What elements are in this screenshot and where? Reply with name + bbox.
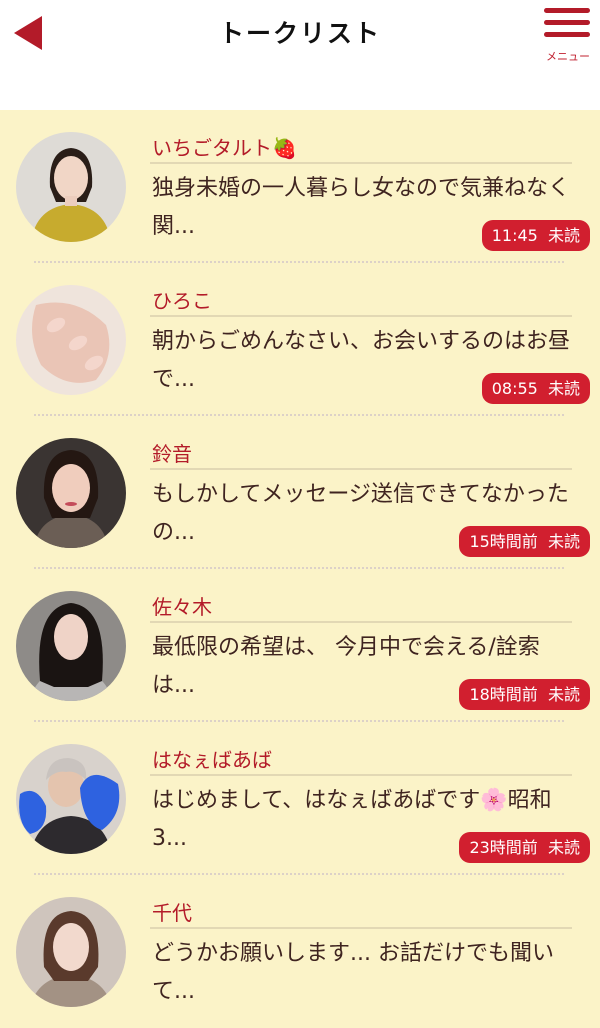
unread-label: 未読 bbox=[547, 685, 580, 704]
page-title: トークリスト bbox=[218, 19, 381, 48]
status-badge: 08:55 未読 bbox=[481, 373, 590, 404]
divider bbox=[150, 315, 572, 317]
unread-label: 未読 bbox=[547, 532, 580, 551]
list-item[interactable]: いちごタルト🍓 独身未婚の一人暮らし女なので気兼ねなく関... 11:45 未読 bbox=[0, 110, 600, 263]
divider bbox=[150, 927, 572, 929]
avatar bbox=[16, 897, 126, 1007]
contact-name: はなぇばあば bbox=[152, 748, 272, 772]
status-badge: 23時間前 未読 bbox=[459, 832, 590, 863]
unread-label: 未読 bbox=[547, 379, 580, 398]
divider bbox=[150, 162, 572, 164]
status-badge: 18時間前 未読 bbox=[459, 679, 590, 710]
divider bbox=[150, 468, 572, 470]
menu-button[interactable]: メニュー bbox=[538, 4, 598, 66]
avatar bbox=[16, 591, 126, 701]
time-label: 23時間前 bbox=[469, 838, 538, 857]
time-label: 15時間前 bbox=[469, 532, 538, 551]
time-label: 18時間前 bbox=[469, 685, 538, 704]
avatar bbox=[16, 132, 126, 242]
time-label: 08:55 bbox=[491, 379, 538, 398]
list-item[interactable]: 千代 どうかお願いします... お話だけでも聞いて... bbox=[0, 875, 600, 1028]
avatar bbox=[16, 285, 126, 395]
contact-name: 佐々木 bbox=[152, 595, 212, 619]
unread-label: 未読 bbox=[547, 226, 580, 245]
contact-name: いちごタルト🍓 bbox=[152, 136, 297, 160]
status-badge: 15時間前 未読 bbox=[459, 526, 590, 557]
list-item[interactable]: はなぇばあば はじめまして、はなぇばあばです🌸昭和3... 23時間前 未読 bbox=[0, 722, 600, 875]
unread-label: 未読 bbox=[547, 838, 580, 857]
contact-name: ひろこ bbox=[152, 289, 212, 313]
divider bbox=[150, 774, 572, 776]
contact-name: 鈴音 bbox=[152, 442, 192, 466]
time-label: 11:45 bbox=[491, 226, 538, 245]
message-preview: どうかお願いします... お話だけでも聞いて... bbox=[152, 941, 554, 1004]
avatar bbox=[16, 744, 126, 854]
status-badge: 11:45 未読 bbox=[481, 220, 590, 251]
avatar bbox=[16, 438, 126, 548]
list-item[interactable]: ひろこ 朝からごめんなさい、お会いするのはお昼で... 08:55 未読 bbox=[0, 263, 600, 416]
menu-label: メニュー bbox=[546, 50, 590, 63]
list-item[interactable]: 鈴音 もしかしてメッセージ送信できてなかったの... 15時間前 未読 bbox=[0, 416, 600, 569]
hamburger-icon bbox=[544, 8, 590, 44]
header: トークリスト メニュー bbox=[0, 0, 600, 110]
talk-list: いちごタルト🍓 独身未婚の一人暮らし女なので気兼ねなく関... 11:45 未読… bbox=[0, 110, 600, 1007]
contact-name: 千代 bbox=[152, 901, 192, 925]
divider bbox=[150, 621, 572, 623]
list-item[interactable]: 佐々木 最低限の希望は、 今月中で会える/詮索は... 18時間前 未読 bbox=[0, 569, 600, 722]
